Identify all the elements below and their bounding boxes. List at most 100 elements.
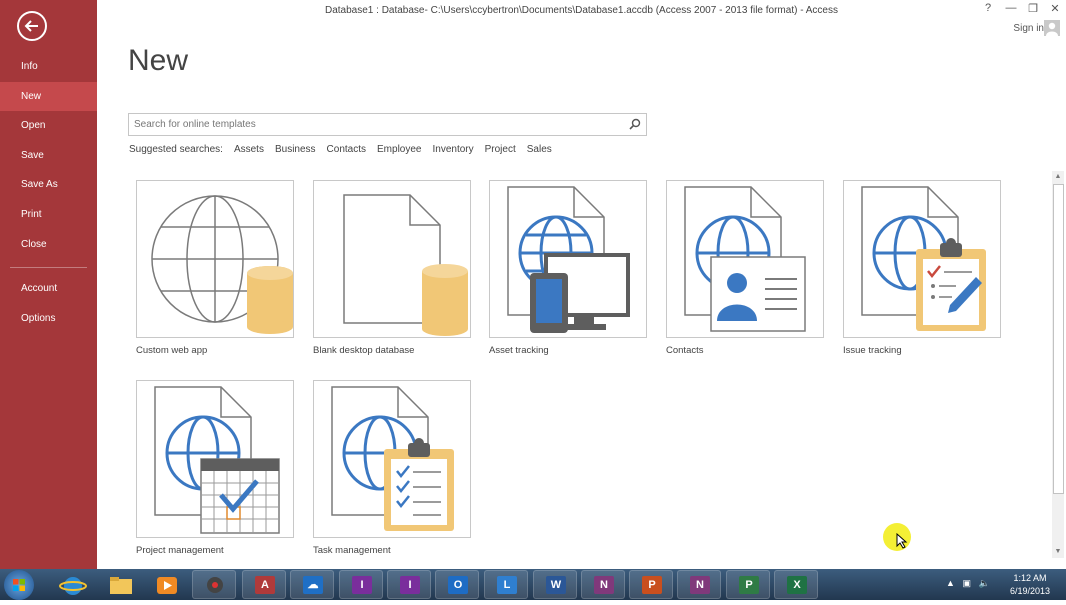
internet-explorer-icon — [59, 577, 87, 595]
task-management-icon — [331, 386, 454, 531]
blank-database-icon — [343, 194, 468, 336]
suggested-contacts[interactable]: Contacts — [327, 144, 366, 155]
snipping-tool-icon — [207, 577, 223, 593]
suggested-inventory[interactable]: Inventory — [432, 144, 473, 155]
suggested-project[interactable]: Project — [485, 144, 516, 155]
volume-icon[interactable]: 🔈 — [978, 578, 989, 588]
taskbar-app-10[interactable]: P — [726, 570, 770, 599]
project-management-icon — [154, 386, 280, 534]
windows-logo-icon — [13, 579, 25, 591]
suggested-employee[interactable]: Employee — [377, 144, 421, 155]
nav-close[interactable]: Close — [0, 230, 97, 260]
taskbar-app-3[interactable]: I — [387, 570, 431, 599]
nav-open[interactable]: Open — [0, 111, 97, 141]
suggested-sales[interactable]: Sales — [527, 144, 552, 155]
taskbar-snip[interactable] — [192, 570, 236, 599]
scroll-up-icon[interactable]: ▲ — [1052, 171, 1064, 183]
taskbar-app-2[interactable]: I — [339, 570, 383, 599]
vertical-scrollbar[interactable]: ▲ ▼ — [1052, 171, 1064, 558]
template-label: Project management — [136, 545, 224, 556]
powerpoint-icon: P — [642, 576, 662, 594]
help-button[interactable]: ? — [980, 2, 996, 14]
close-button[interactable]: ✕ — [1047, 2, 1063, 15]
clock-time: 1:12 AM — [1013, 573, 1047, 583]
taskbar-app-6[interactable]: W — [533, 570, 577, 599]
word-icon: W — [546, 576, 566, 594]
access-icon: A — [255, 576, 275, 594]
publisher-icon: P — [739, 576, 759, 594]
system-tray[interactable]: ▲ ▣ 🔈 — [946, 578, 990, 589]
title-bar: Database1 : Database- C:\Users\ccybertro… — [97, 0, 1066, 22]
user-icon — [1046, 22, 1058, 36]
suggested-searches: Suggested searches: Assets Business Cont… — [129, 144, 563, 155]
template-label: Asset tracking — [489, 345, 549, 356]
nav-divider — [10, 267, 87, 269]
suggested-business[interactable]: Business — [275, 144, 316, 155]
clock-date: 6/19/2013 — [1009, 586, 1050, 596]
sign-in-link[interactable]: Sign in — [1013, 23, 1044, 34]
taskbar-ie[interactable] — [50, 570, 94, 599]
nav-new[interactable]: New — [0, 81, 97, 112]
back-button[interactable] — [17, 11, 47, 41]
taskbar-explorer[interactable] — [98, 570, 142, 599]
taskbar-app-11[interactable]: X — [774, 570, 818, 599]
scroll-thumb[interactable] — [1053, 184, 1064, 494]
taskbar-app-1[interactable]: ☁ — [290, 570, 334, 599]
template-label: Custom web app — [136, 345, 208, 356]
search-icon[interactable] — [629, 118, 641, 130]
suggested-assets[interactable]: Assets — [234, 144, 264, 155]
template-asset-tracking[interactable] — [489, 180, 647, 338]
infopath-filler-icon: I — [400, 576, 420, 594]
arrow-left-icon — [24, 20, 38, 32]
excel-icon: X — [787, 576, 807, 594]
template-blank-desktop-database[interactable] — [313, 180, 471, 338]
window-title: Database1 : Database- C:\Users\ccybertro… — [324, 5, 838, 16]
outlook-icon: O — [448, 576, 468, 594]
suggested-label: Suggested searches: — [129, 144, 223, 155]
nav-save[interactable]: Save — [0, 141, 97, 171]
nav-print[interactable]: Print — [0, 200, 97, 230]
template-project-management[interactable] — [136, 380, 294, 538]
web-app-icon — [151, 195, 293, 334]
minimize-button[interactable]: — — [1003, 2, 1019, 14]
asset-tracking-icon — [507, 186, 630, 333]
template-issue-tracking[interactable] — [843, 180, 1001, 338]
template-contacts[interactable] — [666, 180, 824, 338]
backstage-sidebar: Info New Open Save Save As Print Close A… — [0, 0, 97, 569]
taskbar-app-5[interactable]: L — [484, 570, 528, 599]
onenote-2-icon: N — [690, 576, 710, 594]
infopath-icon: I — [352, 576, 372, 594]
taskbar-app-9[interactable]: N — [677, 570, 721, 599]
restore-button[interactable]: ❐ — [1025, 2, 1041, 15]
template-custom-web-app[interactable] — [136, 180, 294, 338]
onedrive-icon: ☁ — [303, 576, 323, 594]
taskbar-app-7[interactable]: N — [581, 570, 625, 599]
template-label: Issue tracking — [843, 345, 902, 356]
search-input[interactable] — [129, 115, 619, 134]
taskbar-app-4[interactable]: O — [435, 570, 479, 599]
nav-save-as[interactable]: Save As — [0, 170, 97, 200]
page-title: New — [128, 44, 189, 77]
nav-info[interactable]: Info — [0, 52, 97, 82]
template-task-management[interactable] — [313, 380, 471, 538]
clock[interactable]: 1:12 AM 6/19/2013 — [1010, 572, 1050, 598]
nav-options[interactable]: Options — [0, 304, 97, 334]
issue-tracking-icon — [861, 186, 986, 331]
mouse-pointer-icon — [896, 533, 908, 549]
scroll-down-icon[interactable]: ▼ — [1052, 546, 1064, 558]
network-icon[interactable]: ▣ — [962, 578, 971, 588]
template-label: Contacts — [666, 345, 704, 356]
windows-taskbar: A ☁ I I O L W N P N P X ▲ ▣ 🔈 1:12 AM 6/… — [0, 569, 1066, 600]
nav-account[interactable]: Account — [0, 274, 97, 304]
avatar[interactable] — [1044, 20, 1060, 36]
backstage-nav: Info New Open Save Save As Print Close A… — [0, 52, 97, 333]
onenote-icon: N — [594, 576, 614, 594]
taskbar-app-8[interactable]: P — [629, 570, 673, 599]
template-label: Blank desktop database — [313, 345, 415, 356]
taskbar-media[interactable] — [144, 570, 188, 599]
start-button[interactable] — [4, 570, 34, 600]
taskbar-app-0[interactable]: A — [242, 570, 286, 599]
lync-icon: L — [497, 576, 517, 594]
show-hidden-icon[interactable]: ▲ — [946, 578, 955, 588]
contacts-icon — [684, 186, 806, 332]
